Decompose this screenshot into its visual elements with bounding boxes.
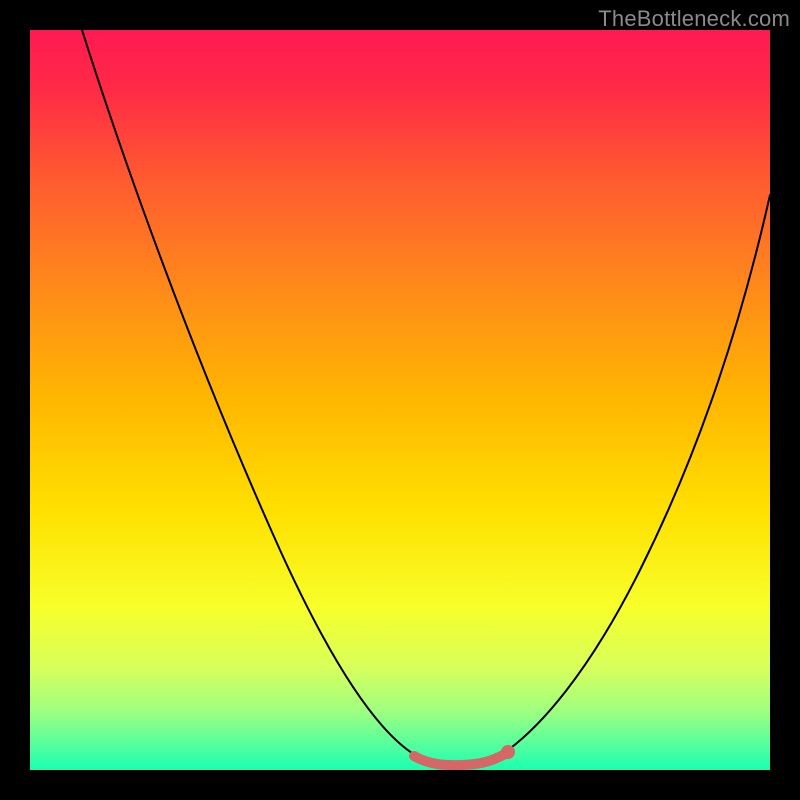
watermark-text: TheBottleneck.com [598,6,790,32]
plot-area [30,30,770,770]
trough-end-marker [501,745,515,759]
chart-frame: TheBottleneck.com [0,0,800,800]
chart-svg [30,30,770,770]
gradient-background [30,30,770,770]
